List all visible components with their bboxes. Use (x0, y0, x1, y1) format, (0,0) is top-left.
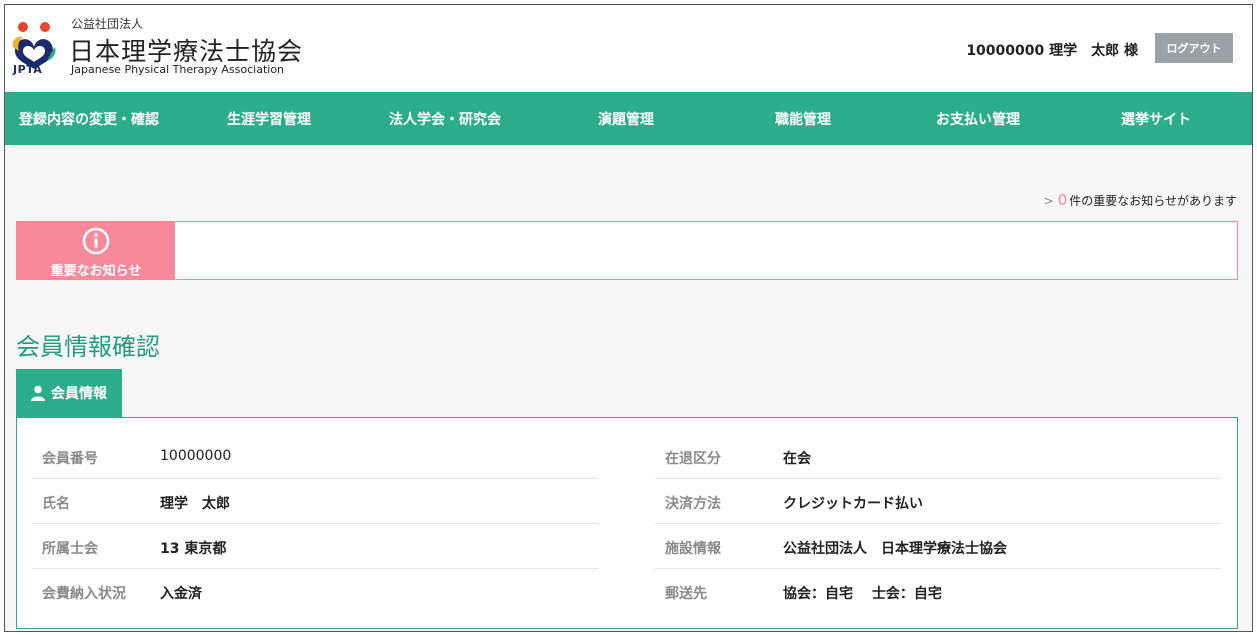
info-icon (82, 227, 110, 255)
nav-item-society[interactable]: 法人学会・研究会 (389, 109, 501, 129)
main-nav: 登録内容の変更・確認 生涯学習管理 法人学会・研究会 演題管理 職能管理 お支払… (5, 92, 1252, 145)
notice-count-link[interactable]: >0 件の重要なお知らせがあります (1044, 191, 1237, 209)
chevron-right-icon: > (1043, 194, 1054, 208)
nav-item-election[interactable]: 選挙サイト (1121, 109, 1191, 129)
info-value: 13 東京都 (160, 541, 227, 557)
org-type: 公益社団法人 (71, 17, 144, 31)
info-value: 理学 太郎 (160, 496, 230, 512)
logo-abbreviation: JPTA (13, 63, 43, 76)
info-value: クレジットカード払い (783, 496, 923, 512)
nav-item-payments[interactable]: お支払い管理 (936, 109, 1020, 129)
tab-label: 会員情報 (51, 386, 107, 402)
nav-item-registration[interactable]: 登録内容の変更・確認 (19, 109, 159, 129)
info-value: 入金済 (160, 586, 202, 602)
member-info-panel: 会員番号 10000000 氏名 理学 太郎 所属士会 13 東京都 会費納入状… (16, 417, 1238, 629)
notice-count-number: 0 (1057, 191, 1068, 209)
nav-item-lifelong-learning[interactable]: 生涯学習管理 (227, 109, 311, 129)
org-english-name: Japanese Physical Therapy Association (71, 63, 285, 76)
user-name: 10000000 理学 太郎 様 (966, 43, 1138, 59)
info-row-facility: 施設情報 公益社団法人 日本理学療法士協会 (655, 524, 1221, 569)
nav-item-professional[interactable]: 職能管理 (775, 109, 831, 129)
info-row-mailing-address: 郵送先 協会：自宅 士会：自宅 (655, 569, 1221, 614)
member-info-left-column: 会員番号 10000000 氏名 理学 太郎 所属士会 13 東京都 会費納入状… (32, 434, 598, 614)
info-row-membership-status: 在退区分 在会 (655, 434, 1221, 479)
info-row-payment-method: 決済方法 クレジットカード払い (655, 479, 1221, 524)
info-row-branch: 所属士会 13 東京都 (32, 524, 598, 569)
info-label: 在退区分 (665, 451, 721, 467)
info-value: 在会 (783, 451, 811, 467)
info-label: 会費納入状況 (42, 586, 126, 602)
info-label: 決済方法 (665, 496, 721, 512)
important-notice-label: 重要なお知らせ (17, 222, 175, 279)
info-value: 公益社団法人 日本理学療法士協会 (783, 541, 1007, 557)
page-title: 会員情報確認 (16, 333, 160, 361)
important-notice-box: 重要なお知らせ (16, 221, 1238, 280)
info-label: 所属士会 (42, 541, 98, 557)
info-label: 郵送先 (665, 586, 707, 602)
member-info-right-column: 在退区分 在会 決済方法 クレジットカード払い 施設情報 公益社団法人 日本理学… (655, 434, 1221, 614)
important-notice-text: 重要なお知らせ (50, 264, 142, 279)
info-row-fee-status: 会費納入状況 入金済 (32, 569, 598, 614)
info-row-name: 氏名 理学 太郎 (32, 479, 598, 524)
user-icon (31, 385, 45, 401)
app-frame: JPTA 公益社団法人 日本理学療法士協会 Japanese Physical … (4, 4, 1253, 632)
tab-member-info[interactable]: 会員情報 (16, 369, 122, 417)
info-value: 協会：自宅 士会：自宅 (783, 586, 942, 602)
info-label: 施設情報 (665, 541, 721, 557)
info-label: 会員番号 (42, 451, 98, 467)
info-row-member-number: 会員番号 10000000 (32, 434, 598, 479)
nav-item-abstracts[interactable]: 演題管理 (598, 109, 654, 129)
info-value: 10000000 (160, 448, 232, 464)
logout-button[interactable]: ログアウト (1155, 33, 1233, 63)
header: JPTA 公益社団法人 日本理学療法士協会 Japanese Physical … (5, 5, 1252, 92)
info-label: 氏名 (42, 496, 70, 512)
notice-count-text: 件の重要なお知らせがあります (1069, 194, 1237, 208)
